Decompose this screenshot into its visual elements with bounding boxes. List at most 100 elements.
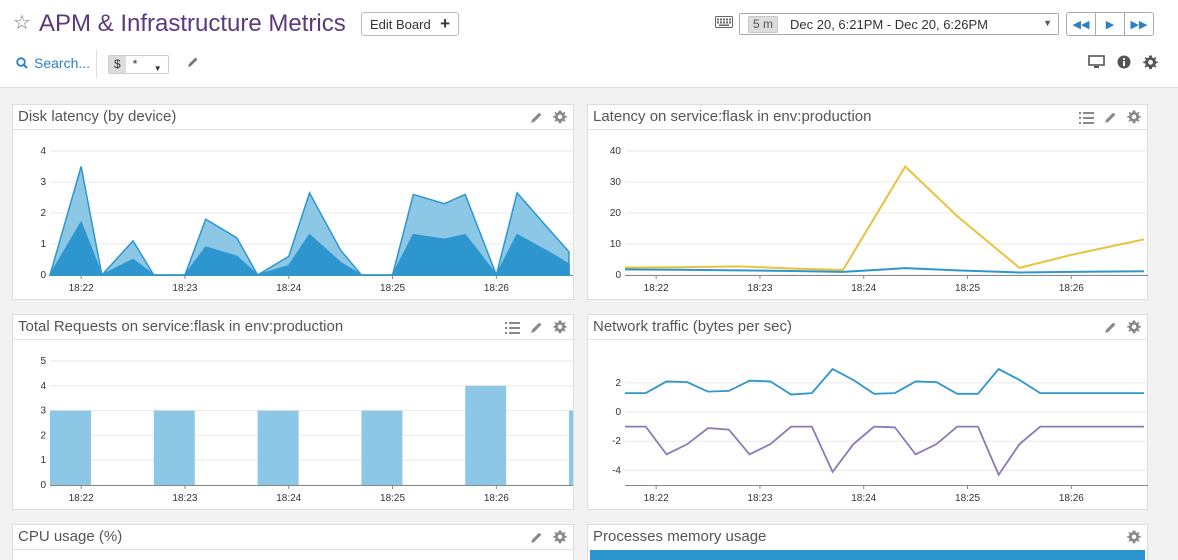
- widget-title: Network traffic (bytes per sec): [593, 318, 792, 335]
- edit-board-button[interactable]: Edit Board +: [361, 12, 459, 36]
- y-tick-label: 40: [610, 146, 622, 157]
- x-tick-label: 18:23: [747, 493, 772, 504]
- widget-processes-memory: Processes memory usage: [587, 524, 1148, 560]
- header-icons: [1088, 55, 1158, 70]
- gear-icon[interactable]: [1127, 320, 1141, 339]
- gear-icon[interactable]: [553, 530, 567, 549]
- line-series: [625, 367, 1144, 396]
- line-series: [625, 425, 1144, 477]
- gear-icon[interactable]: [553, 320, 567, 339]
- bar: [465, 385, 507, 485]
- gear-icon[interactable]: [1127, 110, 1141, 129]
- template-variable[interactable]: $ * ▼: [108, 55, 169, 74]
- y-tick-label: 10: [610, 239, 622, 250]
- edit-board-label: Edit Board: [370, 16, 431, 32]
- divider: [13, 549, 573, 550]
- gear-icon[interactable]: [553, 110, 567, 129]
- y-tick-label: 20: [610, 208, 622, 219]
- search-label: Search...: [34, 55, 91, 71]
- dashboard-header: ☆ APM & Infrastructure Metrics Edit Boar…: [0, 0, 1178, 88]
- y-tick-label: 3: [40, 406, 46, 417]
- y-tick-label: 2: [40, 430, 46, 441]
- bar: [153, 410, 195, 485]
- chevron-down-icon: ▼: [1043, 18, 1052, 28]
- search-icon: [16, 57, 28, 69]
- y-tick-label: 1: [40, 239, 46, 250]
- x-tick-label: 18:24: [276, 283, 301, 294]
- y-tick-label: -2: [612, 436, 621, 447]
- template-variable-value: *: [132, 57, 138, 71]
- list-icon[interactable]: [1079, 111, 1094, 129]
- y-tick-label: 30: [610, 177, 622, 188]
- network-traffic-chart: -4 -2 0 2 18:22 18:23 18:24 18:25 18:26: [612, 367, 1148, 504]
- x-tick-label: 18:26: [484, 493, 509, 504]
- x-tick-label: 18:25: [380, 283, 405, 294]
- x-tick-label: 18:24: [851, 283, 876, 294]
- widget-title: Total Requests on service:flask in env:p…: [18, 318, 344, 335]
- widget-actions: [1079, 110, 1141, 129]
- list-icon[interactable]: [505, 321, 520, 339]
- divider: [96, 50, 97, 78]
- x-tick-label: 18:22: [644, 283, 669, 294]
- widget-title: Disk latency (by device): [18, 108, 177, 125]
- total-requests-chart: 0 1 2 3 4 5 18:22 18:23 18:24 18:25 18:26: [40, 356, 573, 504]
- x-tick-label: 18:25: [955, 493, 980, 504]
- time-range-text: Dec 20, 6:21PM - Dec 20, 6:26PM: [790, 16, 988, 32]
- fast-forward-button[interactable]: ▶▶: [1124, 12, 1154, 36]
- y-tick-label: -4: [612, 465, 621, 476]
- star-icon[interactable]: ☆: [13, 11, 31, 35]
- widget-actions: [530, 530, 567, 549]
- widget-total-requests: Total Requests on service:flask in env:p…: [12, 314, 574, 510]
- widget-actions: [1104, 320, 1141, 339]
- pencil-icon[interactable]: [1104, 111, 1117, 129]
- pencil-icon[interactable]: [530, 321, 543, 339]
- x-tick-label: 18:25: [380, 493, 405, 504]
- y-tick-label: 2: [40, 208, 46, 219]
- fast-forward-icon: ▶▶: [1130, 18, 1148, 31]
- x-tick-label: 18:22: [69, 493, 94, 504]
- bar: [569, 410, 573, 485]
- y-tick-label: 2: [615, 378, 621, 389]
- y-tick-label: 4: [40, 146, 46, 157]
- time-range-picker[interactable]: 5 m Dec 20, 6:21PM - Dec 20, 6:26PM ▼: [739, 13, 1059, 35]
- disk-latency-chart: 0 1 2 3 4 18:22 18:23 18:24 18:25 18:26: [40, 146, 573, 294]
- x-tick-label: 18:22: [69, 283, 94, 294]
- gear-icon[interactable]: [1127, 530, 1141, 549]
- x-tick-label: 18:25: [955, 283, 980, 294]
- line-series: [624, 267, 1145, 274]
- x-tick-label: 18:23: [172, 493, 197, 504]
- x-tick-label: 18:26: [1059, 283, 1084, 294]
- search-button[interactable]: Search...: [16, 55, 90, 71]
- play-button[interactable]: ▶: [1095, 12, 1125, 36]
- y-tick-label: 4: [40, 381, 46, 392]
- template-variable-select[interactable]: * ▼: [126, 56, 168, 73]
- rewind-icon: ◀◀: [1072, 18, 1090, 31]
- widget-title: Latency on service:flask in env:producti…: [593, 108, 872, 125]
- y-tick-label: 5: [40, 356, 46, 367]
- y-tick-label: 3: [40, 177, 46, 188]
- bar: [361, 410, 403, 485]
- pencil-icon[interactable]: [530, 531, 543, 549]
- y-tick-label: 1: [40, 455, 46, 466]
- pencil-icon[interactable]: [530, 111, 543, 129]
- x-tick-label: 18:26: [1059, 493, 1084, 504]
- monitor-icon[interactable]: [1088, 55, 1105, 69]
- widget-network-traffic: Network traffic (bytes per sec) -4 -2 0 2 18…: [587, 314, 1148, 510]
- pencil-icon[interactable]: [1104, 321, 1117, 339]
- time-nav-buttons: ◀◀ ▶ ▶▶: [1066, 12, 1154, 36]
- latency-flask-chart: 0 10 20 30 40 18:22 18:23 18:24 18:25 18:26: [610, 146, 1148, 294]
- page-title: APM & Infrastructure Metrics: [39, 10, 346, 37]
- bar: [50, 410, 91, 485]
- x-tick-label: 18:23: [172, 283, 197, 294]
- y-tick-label: 0: [615, 407, 621, 418]
- info-icon[interactable]: [1117, 55, 1131, 69]
- play-icon: ▶: [1105, 18, 1115, 31]
- gear-icon[interactable]: [1143, 55, 1158, 70]
- pencil-icon[interactable]: [187, 56, 199, 68]
- x-tick-label: 18:26: [484, 283, 509, 294]
- x-tick-label: 18:24: [851, 493, 876, 504]
- widget-actions: [505, 320, 567, 339]
- keyboard-icon[interactable]: [715, 16, 733, 28]
- plus-icon: +: [440, 14, 450, 33]
- rewind-button[interactable]: ◀◀: [1066, 12, 1096, 36]
